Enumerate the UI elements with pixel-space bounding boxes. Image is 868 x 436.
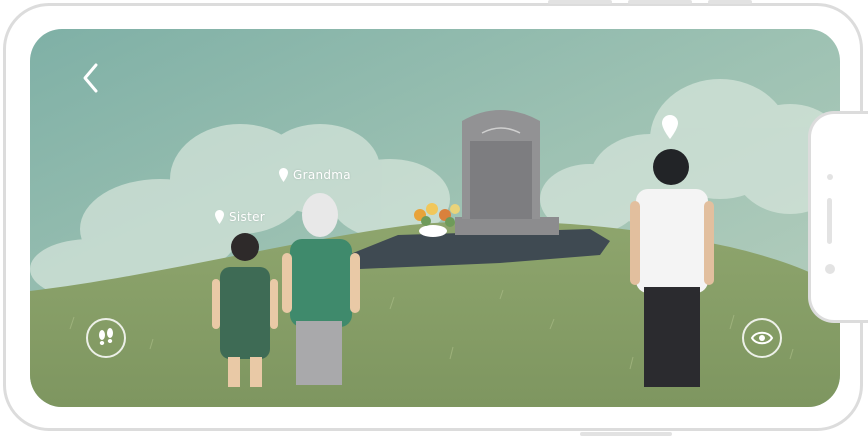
footprints-icon xyxy=(99,328,113,345)
camera-dot xyxy=(825,264,835,274)
game-screen xyxy=(30,29,840,407)
sensor-dot xyxy=(827,174,833,180)
sister-label: Sister xyxy=(229,210,266,224)
cemetery-scene xyxy=(30,29,840,407)
volume-button xyxy=(628,0,692,4)
grandma-label: Grandma xyxy=(293,168,351,182)
location-pin-icon xyxy=(279,168,288,182)
speaker-grille xyxy=(827,198,832,244)
walk-button[interactable] xyxy=(86,318,126,358)
power-button xyxy=(580,432,672,436)
chevron-left-icon xyxy=(83,63,98,93)
device-notch xyxy=(808,111,868,323)
view-button[interactable] xyxy=(742,318,782,358)
grandma-name-tag: Grandma xyxy=(279,168,351,182)
mute-switch xyxy=(708,0,752,4)
eye-icon xyxy=(750,331,774,345)
volume-button xyxy=(548,0,612,4)
location-pin-icon xyxy=(215,210,224,224)
sister-name-tag: Sister xyxy=(215,210,265,224)
player-marker-icon xyxy=(662,115,678,139)
back-button[interactable] xyxy=(74,58,110,98)
